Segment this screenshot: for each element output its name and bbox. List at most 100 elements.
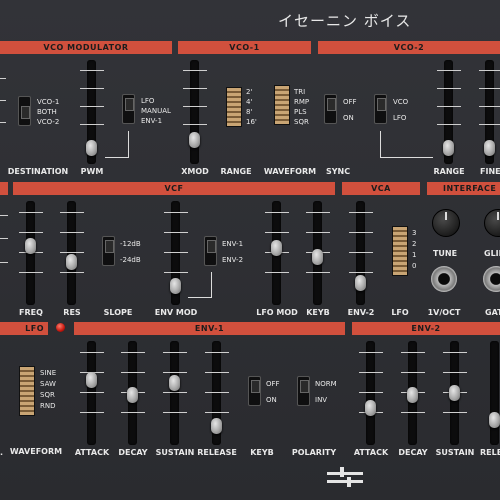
env-mod-slider-knob[interactable] <box>170 278 181 294</box>
xmod-slider-knob[interactable] <box>189 132 200 148</box>
env2-release-slider-track[interactable] <box>490 341 499 445</box>
scale-tick <box>401 352 425 353</box>
env2-decay-slider-knob[interactable] <box>407 387 418 403</box>
pwm-source-options: LFO MANUAL ENV-1 <box>141 97 171 125</box>
fine-tune-slider-knob[interactable] <box>484 140 495 156</box>
scale-tick <box>121 352 145 353</box>
lfo-mod-slider-knob[interactable] <box>271 240 282 256</box>
waveform-selector[interactable] <box>274 85 290 125</box>
scale-tick <box>80 412 104 413</box>
pwm-slider-knob[interactable] <box>86 140 97 156</box>
env1-attack-slider-knob[interactable] <box>86 372 97 388</box>
scale-tick <box>306 232 330 233</box>
scale-tick <box>265 232 289 233</box>
tune-label: TUNE <box>432 249 458 258</box>
scale-tick <box>163 392 187 393</box>
scale-tick <box>349 212 373 213</box>
lfo-waveform-selector[interactable] <box>19 366 35 416</box>
sync-switch[interactable] <box>324 94 337 124</box>
scale-tick <box>163 352 187 353</box>
vca-lfo-options: 3 2 1 0 <box>412 229 417 270</box>
env1-keyb-switch[interactable] <box>248 376 261 406</box>
destination-switch[interactable] <box>18 96 31 126</box>
xmod-slider-track[interactable] <box>190 60 199 164</box>
scale-tick <box>19 212 43 213</box>
glide-knob[interactable] <box>484 209 500 237</box>
vco2-source-switch[interactable] <box>374 94 387 124</box>
lfo-waveform-label: WAVEFORM <box>9 447 63 456</box>
vco2-range-label: RANGE <box>433 167 465 176</box>
env2-attack-label: ATTACK <box>353 448 389 457</box>
env2-sustain-slider-knob[interactable] <box>449 385 460 401</box>
scale-tick <box>163 372 187 373</box>
scale-tick <box>80 392 104 393</box>
section-vco-2: VCO-2 <box>318 41 500 54</box>
freq-slider-knob[interactable] <box>25 238 36 254</box>
slope-options: -12dB -24dB <box>120 240 141 264</box>
scale-tick <box>443 352 467 353</box>
scale-tick <box>80 124 104 125</box>
pwm-source-switch[interactable] <box>122 94 135 124</box>
scale-tick <box>437 124 461 125</box>
scale-tick <box>359 352 383 353</box>
1v-oct-jack[interactable] <box>431 266 457 292</box>
env1-sustain-slider-track[interactable] <box>170 341 179 445</box>
scale-tick <box>164 212 188 213</box>
scale-tick <box>205 392 229 393</box>
res-slider-knob[interactable] <box>66 254 77 270</box>
scale-tick <box>205 352 229 353</box>
scale-tick <box>164 252 188 253</box>
env1-attack-slider-track[interactable] <box>87 341 96 445</box>
xmod-label: XMOD <box>181 167 209 176</box>
slope-switch[interactable] <box>102 236 115 266</box>
scale-tick <box>205 412 229 413</box>
range-selector[interactable] <box>226 87 242 127</box>
scale-tick <box>0 78 6 79</box>
env1-release-slider-knob[interactable] <box>211 418 222 434</box>
env1-decay-slider-knob[interactable] <box>127 387 138 403</box>
res-slider-track[interactable] <box>67 201 76 305</box>
vca-lfo-selector[interactable] <box>392 226 408 276</box>
freq-label: FREQ <box>19 308 43 317</box>
env1-decay-label: DECAY <box>118 448 148 457</box>
env1-sustain-slider-knob[interactable] <box>169 375 180 391</box>
env2-attack-slider-track[interactable] <box>366 341 375 445</box>
scale-tick <box>121 412 145 413</box>
section-left-stub <box>0 182 8 195</box>
keyb-label: KEYB <box>306 308 330 317</box>
brand-logo-icon <box>327 466 363 492</box>
polarity-switch[interactable] <box>297 376 310 406</box>
lfo-mod-label: LFO MOD <box>256 308 298 317</box>
scale-tick <box>183 124 207 125</box>
tune-knob[interactable] <box>432 209 460 237</box>
keyb-slider-knob[interactable] <box>312 249 323 265</box>
scale-tick <box>80 70 104 71</box>
env2-release-slider-knob[interactable] <box>489 412 500 428</box>
vco2-source-options: VCO LFO <box>393 98 409 122</box>
scale-tick <box>401 372 425 373</box>
glide-label: GLIDE <box>484 249 500 258</box>
scale-tick <box>60 272 84 273</box>
env-mod-label: ENV MOD <box>154 308 198 317</box>
scale-tick <box>265 272 289 273</box>
scale-tick <box>479 70 500 71</box>
waveform-options: TRI RMP PLS SQR <box>294 88 310 126</box>
scale-tick <box>80 88 104 89</box>
vco2-bracket <box>380 131 433 158</box>
env2-attack-slider-knob[interactable] <box>365 400 376 416</box>
lfo-rate-led <box>56 323 65 332</box>
env-select-switch[interactable] <box>204 236 217 266</box>
sync-options: OFF ON <box>343 98 357 122</box>
scale-tick <box>60 212 84 213</box>
vca-env2-slider-knob[interactable] <box>355 275 366 291</box>
scale-tick <box>163 412 187 413</box>
gate-jack[interactable] <box>483 266 500 292</box>
scale-tick <box>0 262 8 263</box>
scale-tick <box>164 232 188 233</box>
env2-decay-label: DECAY <box>398 448 428 457</box>
scale-tick <box>359 392 383 393</box>
env2-release-label: RELEASE <box>480 448 500 457</box>
scale-tick <box>19 272 43 273</box>
vco2-range-slider-knob[interactable] <box>443 140 454 156</box>
sync-label: SYNC <box>325 167 351 176</box>
